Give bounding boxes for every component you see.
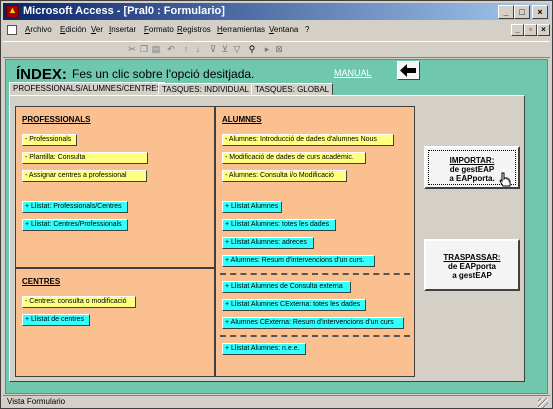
menu-archivo[interactable]: Archivo <box>25 25 52 34</box>
minimize-button[interactable]: _ <box>498 5 514 19</box>
alumnes-cexterna-resum-button[interactable]: + Alumnes CExterna: Resum d'intervencion… <box>222 317 404 329</box>
resize-grip[interactable] <box>538 398 548 408</box>
alumnes-resum-intervencions-button[interactable]: + Alumnes: Resum d'intervencions d'un cu… <box>222 255 375 267</box>
modificacio-curs-button[interactable]: - Modificació de dades de curs acadèmic. <box>222 152 366 164</box>
menu-ventana[interactable]: Ventana <box>269 25 298 34</box>
alumnes-introduccio-button[interactable]: - Alumnes: Introducció de dades d'alumne… <box>222 134 394 146</box>
alumnes-consulta-button[interactable]: - Alumnes: Consulta i/o Modificació <box>222 170 347 182</box>
assignar-centres-button[interactable]: - Assignar centres a professional <box>22 170 147 182</box>
mdi-close-button[interactable]: × <box>537 24 550 36</box>
menu-edicion[interactable]: Edición <box>60 25 86 34</box>
llistat-centres-button[interactable]: + Llistat de centres <box>22 314 90 326</box>
menu-help[interactable]: ? <box>305 25 309 34</box>
llistat-alumnes-nee-button[interactable]: + Llistat Alumnes: n.e.e. <box>222 343 306 355</box>
sort-asc-icon[interactable]: ↑ <box>181 44 191 55</box>
plantilla-consulta-button[interactable]: - Plantilla: Consulta <box>22 152 148 164</box>
maximize-button[interactable]: □ <box>514 5 530 19</box>
filter-selection-icon[interactable]: ⊽ <box>208 44 218 55</box>
access-app-icon[interactable] <box>6 5 19 18</box>
new-record-icon[interactable]: ▸ <box>262 44 272 55</box>
copy-icon[interactable]: ❐ <box>139 44 149 55</box>
llistat-alumnes-adreces-button[interactable]: + Llistat Alumnes: adreces <box>222 237 314 249</box>
filter-form-icon[interactable]: ⊻ <box>220 44 230 55</box>
section-divider <box>220 335 410 337</box>
llistat-consulta-externa-button[interactable]: + Llistat Alumnes de Consulta externa <box>222 281 351 293</box>
status-bar: Vista Formulario <box>3 395 550 408</box>
llistat-cexterna-totes-dades-button[interactable]: + Llistat Alumnes CExterna: totes les da… <box>222 299 366 311</box>
traspassar-line3: a gestEAP <box>452 271 492 280</box>
traspassar-button[interactable]: TRASPASSAR: de EAPporta a gestEAP <box>424 239 520 291</box>
mdi-minimize-button[interactable]: _ <box>511 24 524 36</box>
title-bar: Microsoft Access - [Pral0 : Formulario] … <box>3 3 550 20</box>
toolbar: ✂ ❐ ▤ ↶ ↑ ↓ ⊽ ⊻ ▽ ⚲ ▸ ⊠ <box>3 41 550 58</box>
tab-panel: PROFESSIONALS - Professionals - Plantill… <box>9 95 525 382</box>
tab-tasques-global[interactable]: TASQUES: GLOBAL <box>251 83 334 95</box>
menu-ver[interactable]: Ver <box>91 25 103 34</box>
alumnes-title: ALUMNES <box>222 115 262 124</box>
apply-filter-icon[interactable]: ▽ <box>232 44 242 55</box>
undo-icon[interactable]: ↶ <box>166 44 176 55</box>
menu-herramientas[interactable]: Herramientas <box>217 25 265 34</box>
mdi-restore-button[interactable]: ▫ <box>524 24 537 36</box>
form-document-icon[interactable] <box>7 25 17 35</box>
window-title: Microsoft Access - [Pral0 : Formulario] <box>23 5 225 17</box>
traspassar-line1: TRASPASSAR: <box>443 253 501 262</box>
form-area: ÍNDEX: Fes un clic sobre l'opció desitja… <box>5 59 548 394</box>
centres-panel: CENTRES - Centres: consulta o modificaci… <box>15 268 215 377</box>
menu-insertar[interactable]: Insertar <box>109 25 136 34</box>
professionals-panel: PROFESSIONALS - Professionals - Plantill… <box>15 106 215 268</box>
importar-button[interactable]: IMPORTAR: de gestEAP a EAPporta. <box>424 146 520 189</box>
status-text: Vista Formulario <box>7 397 66 406</box>
llistat-alumnes-button[interactable]: + Llistat Alumnes <box>222 201 282 213</box>
section-divider <box>220 273 410 275</box>
back-arrow-icon <box>400 64 416 77</box>
alumnes-panel: ALUMNES - Alumnes: Introducció de dades … <box>215 106 415 377</box>
llistat-centres-professionals-button[interactable]: + Llistat: Centres/Professionals <box>22 219 128 231</box>
tab-professionals-alumnes-centres[interactable]: PROFESSIONALS/ALUMNES/CENTRES <box>9 82 166 95</box>
professionals-title: PROFESSIONALS <box>22 115 91 124</box>
find-icon[interactable]: ⚲ <box>247 44 257 55</box>
menu-formato[interactable]: Formato <box>144 25 174 34</box>
back-button[interactable] <box>397 61 420 80</box>
centres-title: CENTRES <box>22 277 61 286</box>
centres-consulta-button[interactable]: - Centres: consulta o modificació <box>22 296 136 308</box>
paste-icon[interactable]: ▤ <box>151 44 161 55</box>
access-window: Microsoft Access - [Pral0 : Formulario] … <box>0 0 553 409</box>
traspassar-line2: de EAPporta <box>447 262 496 271</box>
page-subtitle: Fes un clic sobre l'opció desitjada. <box>72 67 255 81</box>
hand-cursor-icon <box>499 172 511 187</box>
cut-icon[interactable]: ✂ <box>127 44 137 55</box>
sort-desc-icon[interactable]: ↓ <box>193 44 203 55</box>
llistat-alumnes-totes-dades-button[interactable]: + Llistat Alumnes: totes les dades <box>222 219 336 231</box>
page-title: ÍNDEX: <box>16 66 67 83</box>
professionals-button[interactable]: - Professionals <box>22 134 77 146</box>
tab-tasques-individual[interactable]: TASQUES: INDIVIDUAL <box>158 83 253 95</box>
menu-bar: Archivo Edición Ver Insertar Formato Reg… <box>3 21 550 40</box>
delete-record-icon[interactable]: ⊠ <box>274 44 284 55</box>
menu-registros[interactable]: Registros <box>177 25 211 34</box>
close-button[interactable]: × <box>532 5 548 19</box>
llistat-professionals-centres-button[interactable]: + Llistat: Professionals/Centres <box>22 201 128 213</box>
manual-link[interactable]: MANUAL <box>334 68 372 78</box>
